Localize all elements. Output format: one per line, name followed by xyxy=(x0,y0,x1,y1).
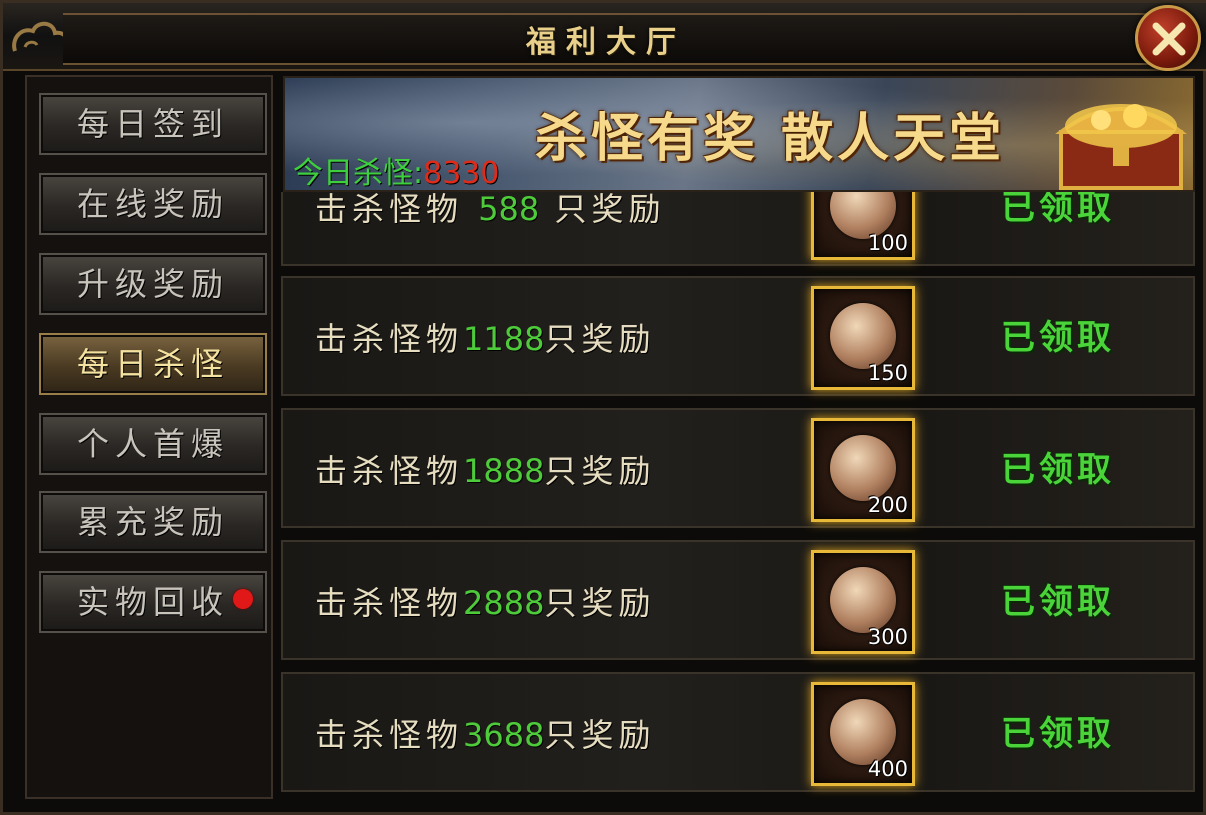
claimed-status: 已领取 xyxy=(1001,192,1115,228)
notification-dot-icon xyxy=(233,589,253,609)
reward-kill-count: 2888 xyxy=(463,584,545,622)
reward-condition: 击杀怪物 588 只奖励 xyxy=(315,192,665,230)
reward-row: 击杀怪物3688只奖励 400 已领取 xyxy=(281,672,1195,792)
sidebar-item-first-drop[interactable]: 个人首爆 xyxy=(39,413,267,475)
reward-suffix: 只奖励 xyxy=(544,584,656,622)
reward-row: 击杀怪物1888只奖励 200 已领取 xyxy=(281,408,1195,528)
sidebar-item-daily-sign-in[interactable]: 每日签到 xyxy=(39,93,267,155)
reward-item-quantity: 300 xyxy=(867,625,908,649)
reward-item-quantity: 100 xyxy=(867,231,908,255)
claimed-status: 已领取 xyxy=(1001,318,1115,358)
reward-row: 击杀怪物1188只奖励 150 已领取 xyxy=(281,276,1195,396)
reward-item-quantity: 400 xyxy=(867,757,908,781)
reward-suffix: 只奖励 xyxy=(544,452,656,490)
reward-kill-count: 1888 xyxy=(463,452,545,490)
reward-suffix: 只奖励 xyxy=(544,320,656,358)
title-bar: 福利大厅 xyxy=(3,3,1206,71)
reward-prefix: 击杀怪物 xyxy=(315,452,464,490)
reward-prefix: 击杀怪物 xyxy=(315,192,464,228)
reward-prefix: 击杀怪物 xyxy=(315,320,464,358)
reward-list: 击杀怪物 588 只奖励 100 已领取 击杀怪物1188只奖励 150 已领取… xyxy=(281,192,1197,799)
reward-row: 击杀怪物 588 只奖励 100 已领取 xyxy=(281,192,1195,266)
treasure-chest-icon xyxy=(1045,86,1193,190)
reward-condition: 击杀怪物1188只奖励 xyxy=(315,314,655,360)
reward-condition: 击杀怪物2888只奖励 xyxy=(315,578,655,624)
claimed-status: 已领取 xyxy=(1001,450,1115,490)
claimed-status: 已领取 xyxy=(1001,582,1115,622)
reward-item-slot[interactable]: 100 xyxy=(811,192,915,260)
reward-item-quantity: 150 xyxy=(867,361,908,385)
sidebar-item-item-recycle[interactable]: 实物回收 xyxy=(39,571,267,633)
reward-kill-count: 1188 xyxy=(463,320,545,358)
sidebar-item-level-reward[interactable]: 升级奖励 xyxy=(39,253,267,315)
event-banner: 杀怪有奖 散人天堂 今日杀怪:8330 xyxy=(283,76,1195,192)
reward-item-slot[interactable]: 300 xyxy=(811,550,915,654)
medallion-icon xyxy=(830,303,896,369)
sidebar-item-recharge-reward[interactable]: 累充奖励 xyxy=(39,491,267,553)
reward-item-slot[interactable]: 200 xyxy=(811,418,915,522)
claimed-status: 已领取 xyxy=(1001,714,1115,754)
sidebar-item-label: 实物回收 xyxy=(76,583,229,621)
reward-item-quantity: 200 xyxy=(867,493,908,517)
reward-kill-count: 3688 xyxy=(463,716,545,754)
reward-condition: 击杀怪物1888只奖励 xyxy=(315,446,655,492)
today-kill-counter: 今日杀怪:8330 xyxy=(293,148,500,191)
sidebar-menu: 每日签到 在线奖励 升级奖励 每日杀怪 个人首爆 累充奖励 实物回收 xyxy=(25,75,273,799)
reward-suffix: 只奖励 xyxy=(544,716,656,754)
reward-kill-count: 588 xyxy=(478,192,540,228)
reward-item-slot[interactable]: 150 xyxy=(811,286,915,390)
sidebar-item-daily-kill[interactable]: 每日杀怪 xyxy=(39,333,267,395)
sidebar-item-online-reward[interactable]: 在线奖励 xyxy=(39,173,267,235)
close-icon xyxy=(1152,22,1186,56)
medallion-icon xyxy=(830,567,896,633)
reward-item-slot[interactable]: 400 xyxy=(811,682,915,786)
close-button[interactable] xyxy=(1135,5,1201,71)
reward-prefix: 击杀怪物 xyxy=(315,584,464,622)
today-kill-value: 8330 xyxy=(423,156,500,191)
window-title: 福利大厅 xyxy=(526,25,686,60)
reward-row: 击杀怪物2888只奖励 300 已领取 xyxy=(281,540,1195,660)
reward-condition: 击杀怪物3688只奖励 xyxy=(315,710,655,756)
medallion-icon xyxy=(830,699,896,765)
reward-suffix: 只奖励 xyxy=(554,192,666,228)
medallion-icon xyxy=(830,435,896,501)
reward-prefix: 击杀怪物 xyxy=(315,716,464,754)
today-kill-label: 今日杀怪: xyxy=(293,156,424,191)
welfare-hall-window: 福利大厅 每日签到 在线奖励 升级奖励 每日杀怪 个人首爆 累充奖励 实物回收 … xyxy=(0,0,1206,815)
banner-slogan: 杀怪有奖 散人天堂 xyxy=(535,108,1006,169)
